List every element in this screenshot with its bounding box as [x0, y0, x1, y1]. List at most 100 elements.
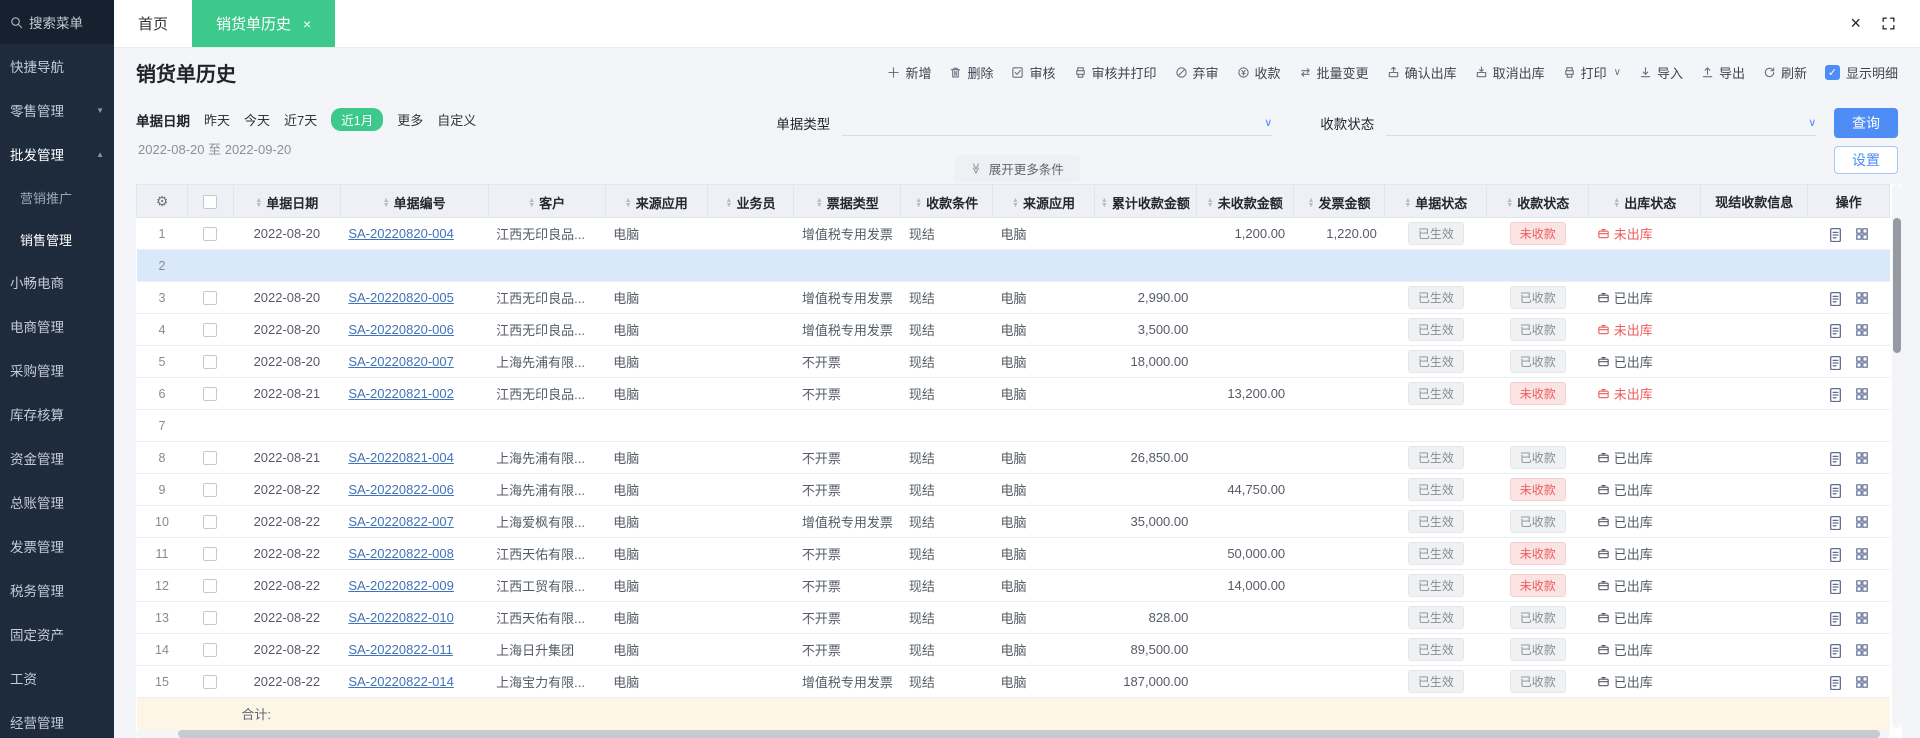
- quick-filter-last-7-days[interactable]: 近7天: [284, 110, 317, 129]
- date-range-value[interactable]: 2022-08-20 至 2022-09-20: [138, 139, 476, 158]
- row-more-button[interactable]: [1849, 579, 1875, 593]
- sidebar-item-sales-management[interactable]: 销售管理: [0, 218, 114, 260]
- row-view-button[interactable]: [1822, 227, 1849, 242]
- sidebar-item-procurement-management[interactable]: 采购管理: [0, 348, 114, 392]
- table-row[interactable]: 9 2022-08-22 SA-20220822-006 上海先浦有限... 电脑 不开票…: [136, 473, 1890, 506]
- horizontal-scrollbar-thumb[interactable]: [178, 730, 1880, 738]
- unaudit-button[interactable]: 弃审: [1175, 63, 1219, 82]
- column-header-doc-status[interactable]: ▲ ▼ 单据状态: [1384, 184, 1488, 218]
- export-button[interactable]: 导出: [1701, 63, 1745, 82]
- sort-icon[interactable]: ▲ ▼: [1308, 197, 1315, 209]
- sort-icon[interactable]: ▲ ▼: [1207, 197, 1214, 209]
- row-view-button[interactable]: [1822, 579, 1849, 594]
- select-all-checkbox[interactable]: [203, 194, 218, 209]
- sort-icon[interactable]: ▲ ▼: [1506, 197, 1513, 209]
- table-row[interactable]: 5 2022-08-20 SA-20220820-007 上海先浦有限... 电脑 不开票…: [136, 345, 1890, 378]
- doc-number-link[interactable]: SA-20220820-004: [348, 226, 454, 241]
- table-row[interactable]: 1 2022-08-20 SA-20220820-004 江西无印良品... 电脑 增值税…: [136, 217, 1890, 250]
- expand-more-button[interactable]: ≫ 展开更多条件: [954, 155, 1080, 182]
- column-header-source-app-2[interactable]: ▲ ▼ 来源应用: [992, 184, 1095, 218]
- quick-filter-last-1-month[interactable]: 近1月: [331, 108, 384, 131]
- doc-number-link[interactable]: SA-20220822-010: [348, 610, 454, 625]
- row-more-button[interactable]: [1849, 675, 1875, 689]
- row-view-button[interactable]: [1822, 643, 1849, 658]
- row-view-button[interactable]: [1822, 547, 1849, 562]
- column-header-invoice-amount[interactable]: ▲ ▼ 发票金额: [1292, 184, 1386, 218]
- sidebar-item-payroll[interactable]: 工资: [0, 656, 114, 700]
- row-checkbox[interactable]: [203, 547, 218, 562]
- sidebar-item-general-ledger[interactable]: 总账管理: [0, 480, 114, 524]
- table-row[interactable]: 13 2022-08-22 SA-20220822-010 江西天佑有限... 电脑 不开…: [136, 601, 1890, 634]
- row-checkbox[interactable]: [203, 579, 218, 594]
- sort-icon[interactable]: ▲ ▼: [1101, 197, 1108, 209]
- row-checkbox[interactable]: [203, 643, 218, 658]
- row-view-button[interactable]: [1822, 483, 1849, 498]
- show-detail-toggle[interactable]: ✓ 显示明细: [1824, 63, 1898, 82]
- table-row[interactable]: 3 2022-08-20 SA-20220820-005 江西无印良品... 电脑 增值税…: [136, 281, 1890, 314]
- sidebar-item-quick-nav[interactable]: 快捷导航: [0, 44, 114, 88]
- table-row[interactable]: 7: [136, 409, 1890, 442]
- column-header-customer[interactable]: ▲ ▼ 客户: [487, 184, 606, 218]
- sidebar-item-marketing-promotion[interactable]: 营销推广: [0, 176, 114, 218]
- row-checkbox[interactable]: [203, 387, 218, 402]
- sidebar-item-funds-management[interactable]: 资金管理: [0, 436, 114, 480]
- row-view-button[interactable]: [1822, 355, 1849, 370]
- row-more-button[interactable]: [1849, 323, 1875, 337]
- row-more-button[interactable]: [1849, 387, 1875, 401]
- sidebar-item-xiaochang-ecommerce[interactable]: 小畅电商: [0, 260, 114, 304]
- row-view-button[interactable]: [1822, 675, 1849, 690]
- vertical-scrollbar-thumb[interactable]: [1893, 218, 1901, 353]
- refresh-button[interactable]: 刷新: [1763, 63, 1807, 82]
- doc-number-link[interactable]: SA-20220822-007: [348, 514, 454, 529]
- table-row[interactable]: 4 2022-08-20 SA-20220820-006 江西无印良品... 电脑 增值税…: [136, 313, 1890, 346]
- doc-number-link[interactable]: SA-20220822-014: [348, 674, 454, 689]
- close-icon[interactable]: ×: [1850, 13, 1861, 34]
- sort-icon[interactable]: ▲ ▼: [625, 197, 632, 209]
- fullscreen-icon[interactable]: [1881, 16, 1896, 31]
- table-row[interactable]: 15 2022-08-22 SA-20220822-014 上海宝力有限... 电脑 增值…: [136, 665, 1890, 698]
- doc-number-link[interactable]: SA-20220822-009: [348, 578, 454, 593]
- table-row[interactable]: 11 2022-08-22 SA-20220822-008 江西天佑有限... 电脑 不开…: [136, 537, 1890, 570]
- audit-print-button[interactable]: 审核并打印: [1074, 63, 1157, 82]
- row-more-button[interactable]: [1849, 611, 1875, 625]
- row-more-button[interactable]: [1849, 451, 1875, 465]
- sort-icon[interactable]: ▲ ▼: [1613, 197, 1620, 209]
- vertical-scrollbar[interactable]: [1892, 184, 1902, 728]
- pay-status-select[interactable]: ∨: [1386, 110, 1817, 136]
- row-checkbox[interactable]: [203, 323, 218, 338]
- sort-icon[interactable]: ▲ ▼: [726, 197, 733, 209]
- delete-button[interactable]: 删除: [949, 63, 993, 82]
- doc-number-link[interactable]: SA-20220820-006: [348, 322, 454, 337]
- sort-icon[interactable]: ▲ ▼: [1012, 197, 1019, 209]
- row-checkbox[interactable]: [203, 515, 218, 530]
- quick-filter-more[interactable]: 更多: [397, 110, 423, 129]
- column-header-pay-status[interactable]: ▲ ▼ 收款状态: [1486, 184, 1590, 218]
- print-button[interactable]: 打印 ∨: [1563, 63, 1621, 82]
- doc-number-link[interactable]: SA-20220820-005: [348, 290, 454, 305]
- quick-filter-yesterday[interactable]: 昨天: [204, 110, 230, 129]
- column-header-cumulative-received[interactable]: ▲ ▼ 累计收款金额: [1093, 184, 1197, 218]
- table-row[interactable]: 2: [136, 249, 1890, 282]
- query-button[interactable]: 查询: [1834, 108, 1898, 138]
- doc-number-link[interactable]: SA-20220820-007: [348, 354, 454, 369]
- sidebar-item-inventory-accounting[interactable]: 库存核算: [0, 392, 114, 436]
- column-header-cash-info[interactable]: 现结收款信息: [1700, 184, 1809, 218]
- sort-icon[interactable]: ▲ ▼: [1404, 197, 1411, 209]
- row-view-button[interactable]: [1822, 387, 1849, 402]
- doc-number-link[interactable]: SA-20220822-006: [348, 482, 454, 497]
- column-header-actions[interactable]: 操作: [1807, 184, 1890, 218]
- row-checkbox[interactable]: [203, 483, 218, 498]
- sidebar-item-ecommerce-management[interactable]: 电商管理: [0, 304, 114, 348]
- gear-icon[interactable]: ⚙: [156, 193, 169, 209]
- audit-button[interactable]: 审核: [1011, 63, 1056, 82]
- sort-icon[interactable]: ▲ ▼: [255, 197, 262, 209]
- column-header-unreceived[interactable]: ▲ ▼ 未收款金额: [1195, 184, 1294, 218]
- receive-payment-button[interactable]: 收款: [1237, 63, 1281, 82]
- sort-icon[interactable]: ▲ ▼: [528, 197, 535, 209]
- doc-type-select[interactable]: ∨: [842, 110, 1273, 136]
- table-row[interactable]: 8 2022-08-21 SA-20220821-004 上海先浦有限... 电脑 不开票…: [136, 441, 1890, 474]
- table-row[interactable]: 10 2022-08-22 SA-20220822-007 上海爱枫有限... 电脑 增值…: [136, 505, 1890, 538]
- row-more-button[interactable]: [1849, 547, 1875, 561]
- row-view-button[interactable]: [1822, 611, 1849, 626]
- tab-sales-history[interactable]: 销货单历史 ×: [192, 0, 336, 47]
